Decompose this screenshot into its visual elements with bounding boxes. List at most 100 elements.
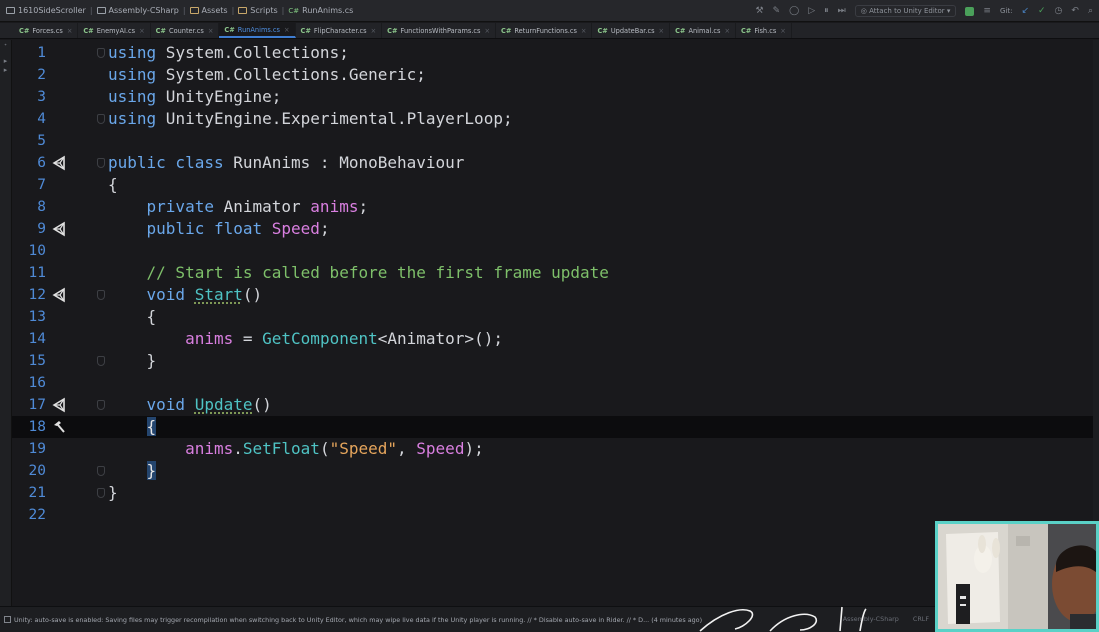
code-method: Update: [194, 395, 253, 414]
close-tab-icon[interactable]: ×: [484, 27, 490, 35]
fold-icon[interactable]: [97, 158, 105, 168]
unity-icon[interactable]: [51, 287, 67, 303]
tab-functionswithparams[interactable]: C# FunctionsWithParams.cs ×: [382, 23, 497, 38]
code-text: void Update(): [146, 395, 272, 414]
fold-icon[interactable]: [97, 48, 105, 58]
code-keyword: using: [108, 87, 157, 106]
breadcrumb-label: Assets: [201, 6, 228, 15]
fold-icon[interactable]: [97, 114, 105, 124]
breadcrumb-project[interactable]: Assembly-CSharp: [96, 6, 179, 15]
tab-flipcharacter[interactable]: C# FlipCharacter.cs ×: [296, 23, 383, 38]
code-line: 21 }: [12, 482, 1099, 504]
csharp-icon: C#: [19, 26, 30, 35]
fold-icon[interactable]: [97, 466, 105, 476]
code-line: 20 }: [12, 460, 1099, 482]
csharp-icon: C#: [83, 26, 94, 35]
code-line: 1 using System.Collections;: [12, 42, 1099, 64]
git-label: Git:: [999, 7, 1013, 15]
unity-icon[interactable]: [51, 221, 67, 237]
breadcrumb-label: Scripts: [250, 6, 278, 15]
status-toggle-icon[interactable]: [4, 616, 11, 623]
unity-icon[interactable]: [51, 155, 67, 171]
csharp-icon: C#: [300, 26, 311, 35]
code-text: void Start(): [146, 285, 263, 304]
code-keyword: public class: [108, 153, 224, 172]
git-update-icon[interactable]: ↙: [1021, 6, 1029, 16]
line-number: 22: [28, 507, 46, 523]
undo-icon[interactable]: ↶: [1071, 6, 1079, 16]
line-number: 9: [37, 221, 46, 237]
breadcrumb-file[interactable]: C# RunAnims.cs: [288, 6, 353, 15]
git-commit-icon[interactable]: ✓: [1038, 6, 1046, 16]
fold-icon[interactable]: [97, 488, 105, 498]
breadcrumb-assets-folder[interactable]: Assets: [189, 6, 228, 15]
stop-icon[interactable]: ◯: [789, 6, 799, 16]
left-tool-strip: ᐩ ▸ ▸: [0, 40, 12, 606]
unity-icon-shape: [52, 155, 65, 171]
hammer-icon[interactable]: [51, 419, 67, 435]
play-icon[interactable]: ▷: [808, 6, 815, 16]
tab-forces[interactable]: C# Forces.cs ×: [14, 23, 79, 38]
search-icon[interactable]: ⌕: [1088, 6, 1093, 16]
fold-icon[interactable]: [97, 400, 105, 410]
code-line: 11 // Start is called before the first f…: [12, 262, 1099, 284]
fold-icon[interactable]: [97, 290, 105, 300]
status-message[interactable]: Unity: auto-save is enabled: Saving file…: [14, 616, 702, 624]
close-tab-icon[interactable]: ×: [581, 27, 587, 35]
expand-right-icon[interactable]: ▸: [0, 57, 11, 66]
tab-runanims[interactable]: C# RunAnims.cs ×: [219, 23, 296, 38]
code-text: anims.SetFloat("Speed", Speed);: [185, 439, 484, 458]
collapse-icon[interactable]: ᐩ: [0, 42, 11, 51]
tab-returnfunctions[interactable]: C# ReturnFunctions.cs ×: [496, 23, 593, 38]
close-tab-icon[interactable]: ×: [284, 26, 290, 34]
tab-enemyai[interactable]: C# EnemyAI.cs ×: [78, 23, 151, 38]
code-text: }: [108, 460, 157, 482]
unity-icon[interactable]: [51, 397, 67, 413]
line-number: 13: [28, 309, 46, 325]
fold-icon[interactable]: [97, 356, 105, 366]
line-number: 18: [28, 419, 46, 435]
hammer-build-icon[interactable]: ⚒: [756, 6, 764, 16]
tab-label: Counter.cs: [168, 26, 204, 35]
attach-to-unity-button[interactable]: ◎ Attach to Unity Editor ▾: [854, 5, 957, 17]
toolbar-right: ⚒ ✎ ◯ ▷ ⏸ ⏭ ◎ Attach to Unity Editor ▾ ≡…: [756, 0, 1093, 22]
line-number: 1: [37, 45, 46, 61]
run-config-icon[interactable]: ✎: [773, 6, 781, 16]
breadcrumb-separator: |: [89, 6, 93, 15]
tab-counter[interactable]: C# Counter.cs ×: [151, 23, 220, 38]
close-tab-icon[interactable]: ×: [659, 27, 665, 35]
close-tab-icon[interactable]: ×: [780, 27, 786, 35]
close-tab-icon[interactable]: ×: [371, 27, 377, 35]
code-text: public float Speed;: [146, 219, 330, 238]
breadcrumb-solution[interactable]: 1610SideScroller: [6, 6, 86, 15]
csharp-icon: C#: [387, 26, 398, 35]
status-line-ending[interactable]: CRLF: [913, 615, 929, 623]
tab-label: FlipCharacter.cs: [313, 26, 367, 35]
close-tab-icon[interactable]: ×: [208, 27, 214, 35]
close-tab-icon[interactable]: ×: [67, 27, 73, 35]
unity-connected-icon[interactable]: [965, 6, 975, 16]
breadcrumb-scripts-folder[interactable]: Scripts: [238, 6, 278, 15]
tab-animal[interactable]: C# Animal.cs ×: [670, 23, 736, 38]
close-tab-icon[interactable]: ×: [139, 27, 145, 35]
close-tab-icon[interactable]: ×: [724, 27, 730, 35]
folder-icon: [189, 7, 199, 14]
settings-icon[interactable]: ≡: [983, 6, 991, 16]
code-line: 3 using UnityEngine;: [12, 86, 1099, 108]
step-icon[interactable]: ⏭: [838, 6, 846, 16]
code-line: 6 public class RunAnims : MonoBehaviour: [12, 152, 1099, 174]
expand-right-icon[interactable]: ▸: [0, 66, 11, 75]
tab-label: UpdateBar.cs: [610, 26, 655, 35]
code-text: anims = GetComponent<Animator>();: [185, 329, 503, 348]
tab-updatebar[interactable]: C# UpdateBar.cs ×: [592, 23, 671, 38]
csharp-file-icon: C#: [288, 6, 300, 15]
code-method: GetComponent: [262, 329, 378, 348]
tab-fish[interactable]: C# Fish.cs ×: [736, 23, 792, 38]
pause-icon[interactable]: ⏸: [824, 6, 829, 16]
code-text: {: [108, 175, 118, 194]
line-number: 19: [28, 441, 46, 457]
breadcrumb-separator: |: [231, 6, 235, 15]
git-history-icon[interactable]: ◷: [1055, 6, 1063, 16]
csharp-icon: C#: [501, 26, 512, 35]
attach-label: Attach to Unity Editor: [869, 7, 945, 15]
